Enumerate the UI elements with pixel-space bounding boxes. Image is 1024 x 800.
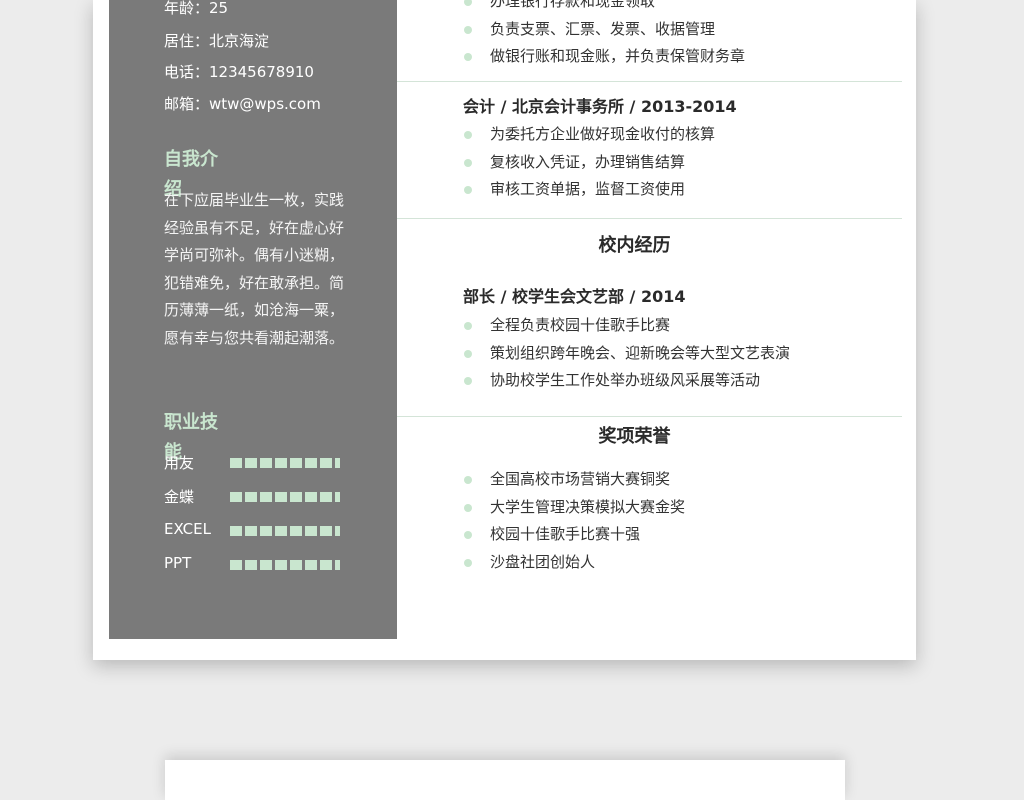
bullet-dot-icon — [464, 558, 472, 567]
list-item: 策划组织跨年晚会、迎新晚会等大型文艺表演 — [463, 340, 790, 368]
awards-heading: 奖项荣誉 — [598, 426, 671, 447]
section-divider — [397, 81, 902, 82]
campus-heading: 校内经历 — [598, 235, 671, 256]
awards-list: 全国高校市场营销大赛铜奖 大学生管理决策模拟大赛金奖 校园十佳歌手比赛十强 沙盘… — [463, 466, 685, 576]
bullet-dot-icon — [464, 503, 472, 512]
location-text: 居住：北京海淀 — [164, 32, 270, 50]
skill-row: EXCEL — [164, 520, 344, 540]
list-item: 沙盘社团创始人 — [463, 549, 685, 577]
campus-duties: 全程负责校园十佳歌手比赛 策划组织跨年晚会、迎新晚会等大型文艺表演 协助校学生工… — [463, 312, 790, 395]
bullet-dot-icon — [464, 476, 472, 484]
skill-level-bar — [230, 560, 340, 570]
resume-page: 年龄：25 居住：北京海淀 电话：12345678910 邮箱：wtw@wps.… — [93, 0, 916, 660]
skill-row: PPT — [164, 554, 344, 574]
bullet-dot-icon — [464, 158, 472, 167]
bullet-dot-icon — [464, 25, 472, 34]
bullet-dot-icon — [464, 186, 472, 195]
job2-duties: 为委托方企业做好现金收付的核算 复核收入凭证，办理销售结算 审核工资单据，监督工… — [463, 121, 715, 204]
bullet-dot-icon — [464, 0, 472, 6]
phone-text: 电话：12345678910 — [164, 63, 314, 81]
job1-duties: 办理银行存款和现金领取 负责支票、汇票、发票、收据管理 做银行账和现金账，并负责… — [463, 0, 745, 71]
skill-level-bar — [230, 492, 340, 502]
next-page — [165, 760, 845, 800]
list-item: 校园十佳歌手比赛十强 — [463, 521, 685, 549]
skill-name: EXCEL — [164, 520, 211, 538]
list-item: 为委托方企业做好现金收付的核算 — [463, 121, 715, 149]
list-item: 全国高校市场营销大赛铜奖 — [463, 466, 685, 494]
list-item: 协助校学生工作处举办班级风采展等活动 — [463, 367, 790, 395]
bullet-dot-icon — [464, 531, 472, 540]
sidebar: 年龄：25 居住：北京海淀 电话：12345678910 邮箱：wtw@wps.… — [109, 0, 397, 639]
list-item: 大学生管理决策模拟大赛金奖 — [463, 494, 685, 522]
skill-row: 用友 — [164, 452, 344, 472]
skill-level-bar — [230, 526, 340, 536]
section-divider — [397, 416, 902, 417]
intro-text: 在下应届毕业生一枚，实践经验虽有不足，好在虚心好学尚可弥补。偶有小迷糊，犯错难免… — [164, 191, 345, 347]
bullet-dot-icon — [464, 322, 472, 330]
bullet-dot-icon — [464, 349, 472, 358]
bullet-dot-icon — [464, 131, 472, 139]
skill-name: 用友 — [164, 454, 195, 472]
list-item: 办理银行存款和现金领取 — [463, 0, 745, 16]
bullet-dot-icon — [464, 53, 472, 62]
skill-level-bar — [230, 458, 340, 468]
skill-name: PPT — [164, 554, 192, 572]
skill-row: 金蝶 — [164, 486, 344, 506]
email-text: 邮箱：wtw@wps.com — [164, 95, 321, 113]
list-item: 全程负责校园十佳歌手比赛 — [463, 312, 790, 340]
list-item: 审核工资单据，监督工资使用 — [463, 176, 715, 204]
job2-title: 会计 / 北京会计事务所 / 2013-2014 — [463, 97, 737, 116]
bullet-dot-icon — [464, 377, 472, 386]
main-content: 办理银行存款和现金领取 负责支票、汇票、发票、收据管理 做银行账和现金账，并负责… — [397, 0, 916, 660]
list-item: 负责支票、汇票、发票、收据管理 — [463, 16, 745, 44]
section-divider — [397, 218, 902, 219]
campus-role-title: 部长 / 校学生会文艺部 / 2014 — [463, 287, 686, 306]
age-text: 年龄：25 — [164, 0, 229, 17]
list-item: 做银行账和现金账，并负责保管财务章 — [463, 43, 745, 71]
list-item: 复核收入凭证，办理销售结算 — [463, 149, 715, 177]
skill-name: 金蝶 — [164, 488, 195, 506]
